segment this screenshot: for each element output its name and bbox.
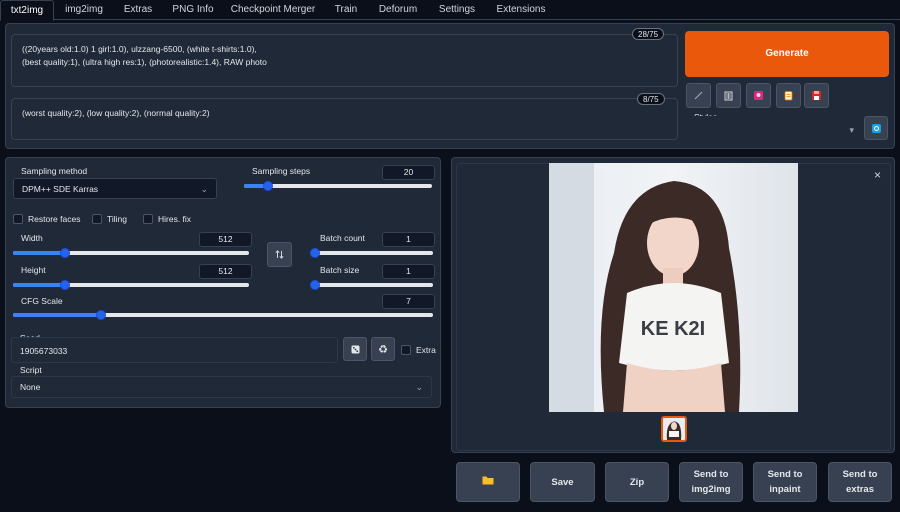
sampling-steps-input[interactable]: 20	[382, 165, 435, 180]
gallery-thumbnail[interactable]	[661, 416, 687, 442]
width-slider[interactable]	[13, 248, 249, 258]
zip-button[interactable]: Zip	[605, 462, 669, 502]
prompt-input[interactable]: ((20years old:1.0) 1 girl:1.0), ulzzang-…	[11, 34, 678, 87]
restore-faces-label: Restore faces	[28, 214, 81, 224]
script-dropdown[interactable]: None ⌄	[11, 376, 432, 398]
chevron-down-icon: ⌄	[200, 184, 208, 194]
height-input[interactable]: 512	[199, 264, 252, 279]
width-input[interactable]: 512	[199, 232, 252, 247]
tiling-label: Tiling	[107, 214, 127, 224]
send-to-inpaint-button[interactable]: Send to inpaint	[753, 462, 817, 502]
dice-icon[interactable]	[343, 337, 367, 361]
batch-count-input[interactable]: 1	[382, 232, 435, 247]
height-label: Height	[21, 265, 46, 275]
cfg-scale-slider[interactable]	[13, 310, 433, 320]
batch-count-slider[interactable]	[310, 248, 433, 258]
sampling-method-value: DPM++ SDE Karras	[22, 184, 99, 194]
sampling-steps-label: Sampling steps	[252, 166, 311, 176]
hires-fix-label: Hires. fix	[158, 214, 192, 224]
tab-checkpoint-merger[interactable]: Checkpoint Merger	[226, 0, 320, 20]
cfg-scale-input[interactable]: 7	[382, 294, 435, 309]
batch-count-label: Batch count	[320, 233, 365, 243]
tiling-checkbox[interactable]	[92, 214, 102, 224]
save-disk-icon[interactable]	[804, 83, 829, 108]
tab-settings[interactable]: Settings	[432, 0, 482, 20]
open-folder-button[interactable]	[456, 462, 520, 502]
extra-seed-label: Extra	[416, 345, 436, 355]
save-button[interactable]: Save	[530, 462, 595, 502]
tab-deforum[interactable]: Deforum	[372, 0, 424, 20]
tab-train[interactable]: Train	[328, 0, 364, 20]
generate-button[interactable]: Generate	[685, 31, 889, 77]
recycle-icon[interactable]: ♻	[371, 337, 395, 361]
image-icon[interactable]	[746, 83, 771, 108]
hires-fix-checkbox[interactable]	[143, 214, 153, 224]
folder-icon	[482, 475, 494, 490]
send-to-extras-button[interactable]: Send to extras	[828, 462, 892, 502]
seed-value: 1905673033	[20, 346, 68, 356]
refresh-styles-button[interactable]	[864, 116, 888, 140]
sampling-steps-slider[interactable]	[244, 181, 432, 191]
script-value: None	[20, 382, 41, 392]
prompt-token-counter: 28/75	[632, 28, 665, 40]
batch-size-label: Batch size	[320, 265, 360, 275]
negative-prompt-token-counter: 8/75	[637, 93, 665, 105]
sampling-method-dropdown[interactable]: DPM++ SDE Karras ⌄	[13, 178, 217, 199]
tab-extensions[interactable]: Extensions	[490, 0, 552, 20]
generated-image[interactable]: KE K2I	[549, 163, 798, 412]
script-label: Script	[20, 365, 42, 375]
swap-dimensions-button[interactable]	[267, 242, 292, 267]
shirt-text: KE K2I	[641, 318, 705, 340]
restore-faces-checkbox[interactable]	[13, 214, 23, 224]
negative-prompt-input[interactable]: (worst quality:2), (low quality:2), (nor…	[11, 98, 678, 140]
cfg-scale-label: CFG Scale	[21, 296, 63, 306]
batch-size-slider[interactable]	[310, 280, 433, 290]
pencil-icon[interactable]	[686, 83, 711, 108]
width-label: Width	[21, 233, 43, 243]
chevron-down-icon: ▾	[849, 125, 854, 135]
tab-bar: txt2img img2img Extras PNG Info Checkpoi…	[0, 0, 900, 21]
tab-img2img[interactable]: img2img	[58, 0, 110, 20]
sampling-method-label: Sampling method	[21, 166, 88, 176]
chevron-down-icon: ⌄	[415, 382, 423, 392]
tab-txt2img[interactable]: txt2img	[0, 0, 54, 21]
close-icon[interactable]: ×	[874, 168, 881, 182]
styles-dropdown[interactable]: ▾	[686, 116, 862, 142]
trash-icon[interactable]	[716, 83, 741, 108]
seed-input[interactable]: 1905673033	[11, 337, 338, 363]
clipboard-icon[interactable]	[776, 83, 801, 108]
height-slider[interactable]	[13, 280, 249, 290]
tab-extras[interactable]: Extras	[116, 0, 160, 20]
tab-png-info[interactable]: PNG Info	[166, 0, 220, 20]
send-to-img2img-button[interactable]: Send to img2img	[679, 462, 743, 502]
extra-seed-checkbox[interactable]	[401, 345, 411, 355]
batch-size-input[interactable]: 1	[382, 264, 435, 279]
